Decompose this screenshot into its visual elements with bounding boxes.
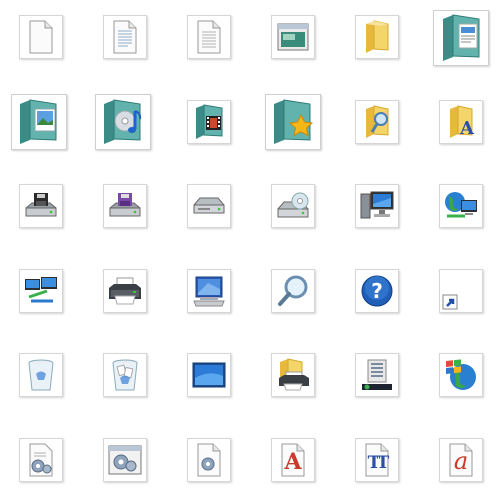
floppy-drive-purple-icon[interactable] [103,184,147,228]
svg-text:?: ? [371,279,383,303]
recycle-bin-full-icon[interactable] [103,353,147,397]
internet-network-icon[interactable] [439,184,483,228]
application-window-icon[interactable] [271,15,315,59]
windows-globe-icon[interactable] [439,353,483,397]
shortcut-arrow-icon[interactable] [439,269,483,313]
recycle-bin-empty-icon[interactable] [19,353,63,397]
videos-folder-icon[interactable] [187,100,231,144]
hard-drive-icon[interactable] [187,184,231,228]
opentype-font-icon[interactable]: A [271,438,315,482]
floppy-drive-icon[interactable] [19,184,63,228]
pictures-folder-icon[interactable] [11,94,67,150]
settings-window-icon[interactable] [103,438,147,482]
network-computers-icon[interactable] [19,269,63,313]
documents-folder-icon[interactable] [433,10,489,66]
computer-icon[interactable] [355,184,399,228]
desktop-screen-icon[interactable] [187,353,231,397]
printers-folder-icon[interactable] [271,353,315,397]
raster-font-icon[interactable]: a [439,438,483,482]
truetype-font-icon[interactable]: TT [355,438,399,482]
favorites-folder-icon[interactable] [265,94,321,150]
lined-document-icon[interactable] [187,15,231,59]
icon-grid: A ? A TT a [0,0,499,499]
search-folder-icon[interactable] [355,100,399,144]
cd-drive-icon[interactable] [271,184,315,228]
system-file-icon[interactable] [187,438,231,482]
yellow-folder-icon[interactable] [355,15,399,59]
printer-icon[interactable] [103,269,147,313]
control-panel-icon[interactable] [187,269,231,313]
blank-document-icon[interactable] [19,15,63,59]
text-document-icon[interactable] [103,15,147,59]
svg-text:A: A [459,118,475,139]
help-icon[interactable]: ? [355,269,399,313]
start-menu-icon[interactable] [355,353,399,397]
music-folder-icon[interactable] [95,94,151,150]
settings-document-icon[interactable] [19,438,63,482]
magnifier-icon[interactable] [271,269,315,313]
fonts-folder-icon[interactable]: A [439,100,483,144]
